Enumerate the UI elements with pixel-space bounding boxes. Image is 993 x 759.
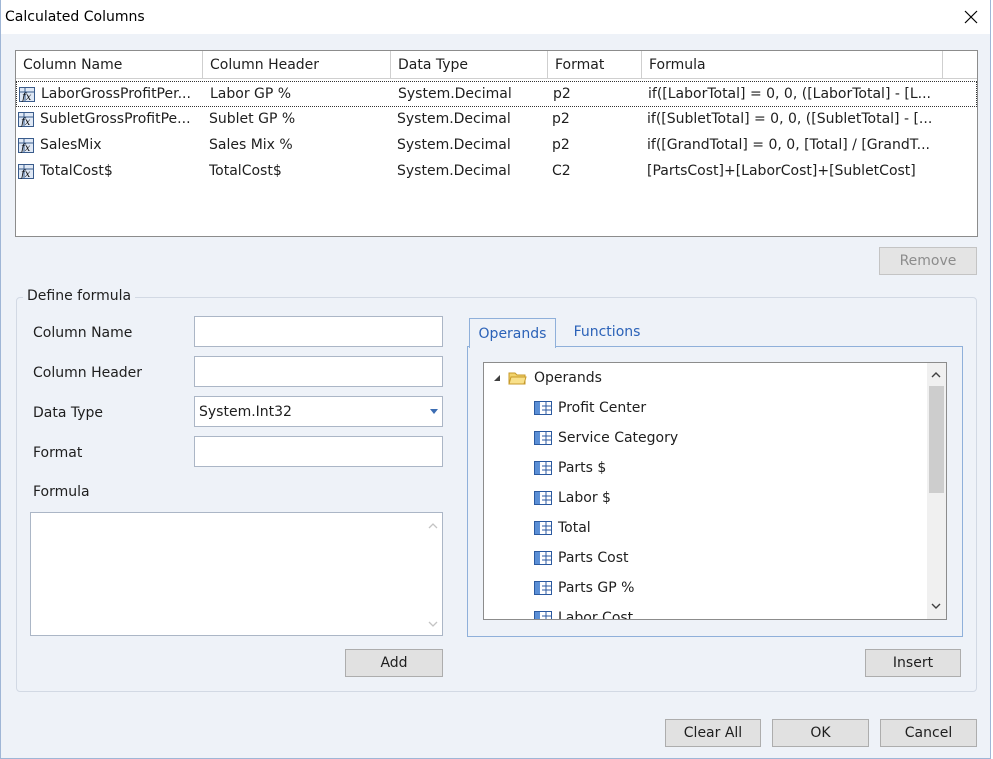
tree-item-label: Total (558, 520, 591, 536)
cell-formula: [PartsCost]+[LaborCost]+[SubletCost] (647, 163, 916, 179)
insert-button[interactable]: Insert (865, 649, 961, 677)
field-icon (534, 461, 552, 475)
field-icon (534, 491, 552, 505)
field-icon (534, 431, 552, 445)
field-icon (534, 581, 552, 595)
title-bar: Calculated Columns (1, 0, 990, 34)
tree-item-total[interactable]: Total (534, 515, 591, 541)
folder-icon (508, 372, 527, 385)
column-header-label: Column Header (33, 365, 143, 381)
field-icon (534, 551, 552, 565)
calculated-column-icon: fx (19, 87, 35, 102)
cell-column-header: TotalCost$ (209, 163, 282, 179)
tree-item-parts-cost[interactable]: Parts Cost (534, 545, 629, 571)
add-button[interactable]: Add (345, 649, 443, 677)
data-type-value: System.Int32 (199, 403, 292, 420)
calculated-column-icon: fx (18, 164, 34, 179)
column-name-input[interactable] (194, 316, 443, 347)
cell-formula: if([LaborTotal] = 0, 0, ([LaborTotal] - … (648, 86, 931, 102)
cell-data-type: System.Decimal (397, 163, 511, 179)
field-icon (534, 401, 552, 415)
format-label: Format (33, 445, 83, 461)
tab-functions[interactable]: Functions (563, 318, 651, 346)
cell-data-type: System.Decimal (398, 86, 512, 102)
field-icon (534, 521, 552, 535)
column-header-input[interactable] (194, 356, 443, 387)
remove-button[interactable]: Remove (879, 247, 977, 275)
calculated-column-icon: fx (18, 138, 34, 153)
tree-scrollbar-thumb[interactable] (929, 386, 944, 493)
data-type-select[interactable]: System.Int32 (194, 396, 443, 427)
columns-grid[interactable]: Column Name Column Header Data Type Form… (15, 50, 978, 237)
formula-label: Formula (33, 484, 90, 500)
scroll-up-icon[interactable] (428, 521, 438, 531)
tree-item-service-category[interactable]: Service Category (534, 425, 678, 451)
tree-item-label: Parts $ (558, 460, 607, 476)
table-row[interactable]: fx SubletGrossProfitPe... Sublet GP % Sy… (16, 107, 977, 133)
table-row[interactable]: fx TotalCost$ TotalCost$ System.Decimal … (16, 159, 977, 185)
cell-column-name: LaborGrossProfitPer... (41, 86, 191, 102)
chevron-down-icon[interactable] (430, 409, 438, 414)
header-format[interactable]: Format (548, 51, 642, 79)
scroll-down-icon[interactable] (931, 601, 941, 611)
cell-format: p2 (552, 137, 570, 153)
tree-item-label: Profit Center (558, 400, 647, 416)
calculated-columns-dialog: Calculated Columns Column Name Column He… (0, 0, 991, 759)
svg-text:fx: fx (20, 117, 31, 127)
cell-column-header: Sublet GP % (209, 111, 296, 127)
ok-button[interactable]: OK (772, 719, 869, 747)
window-title: Calculated Columns (5, 9, 145, 25)
column-name-label: Column Name (33, 325, 133, 341)
define-formula-legend: Define formula (23, 288, 136, 304)
field-icon (534, 611, 552, 619)
svg-text:fx: fx (21, 92, 32, 102)
tree-root-operands[interactable]: Operands (492, 365, 602, 391)
cell-format: p2 (552, 111, 570, 127)
tree-item-labor-cost[interactable]: Labor Cost (534, 605, 634, 620)
data-type-label: Data Type (33, 405, 104, 421)
tree-item-parts-gp[interactable]: Parts GP % (534, 575, 634, 601)
scroll-down-icon[interactable] (428, 619, 438, 629)
svg-text:fx: fx (20, 169, 31, 179)
header-filler (943, 51, 977, 79)
cancel-button[interactable]: Cancel (880, 719, 977, 747)
cell-column-name: SubletGrossProfitPe... (40, 111, 191, 127)
tree-item-label: Labor Cost (558, 610, 634, 620)
cell-column-name: SalesMix (40, 137, 102, 153)
cell-formula: if([GrandTotal] = 0, 0, [Total] / [Grand… (647, 137, 930, 153)
cell-data-type: System.Decimal (397, 137, 511, 153)
tree-item-label: Parts GP % (558, 580, 635, 596)
tree-item-label: Labor $ (558, 490, 611, 506)
cell-format: p2 (553, 86, 571, 102)
header-data-type[interactable]: Data Type (391, 51, 548, 79)
format-input[interactable] (194, 436, 443, 467)
tree-item-label: Parts Cost (558, 550, 629, 566)
table-row[interactable]: fx LaborGrossProfitPer... Labor GP % Sys… (16, 81, 977, 107)
formula-textarea[interactable] (30, 512, 443, 636)
tree-item-label: Service Category (558, 430, 679, 446)
cell-column-header: Sales Mix % (209, 137, 293, 153)
header-column-header[interactable]: Column Header (203, 51, 391, 79)
cell-data-type: System.Decimal (397, 111, 511, 127)
scroll-up-icon[interactable] (931, 370, 941, 380)
close-button[interactable] (950, 0, 990, 34)
tree-root-label: Operands (534, 370, 602, 386)
calculated-column-icon: fx (18, 112, 34, 127)
clear-all-button[interactable]: Clear All (665, 719, 761, 747)
svg-text:fx: fx (20, 143, 31, 153)
tree-item-labor[interactable]: Labor $ (534, 485, 611, 511)
tab-operands[interactable]: Operands (469, 318, 556, 348)
close-icon (964, 10, 978, 24)
table-row[interactable]: fx SalesMix Sales Mix % System.Decimal p… (16, 133, 977, 159)
cell-format: C2 (552, 163, 571, 179)
cell-column-name: TotalCost$ (40, 163, 113, 179)
operands-tree[interactable]: Operands Profit Center Service Category (483, 362, 947, 620)
cell-column-header: Labor GP % (210, 86, 292, 102)
header-column-name[interactable]: Column Name (16, 51, 203, 79)
tree-item-profit-center[interactable]: Profit Center (534, 395, 646, 421)
header-formula[interactable]: Formula (642, 51, 943, 79)
cell-formula: if([SubletTotal] = 0, 0, ([SubletTotal] … (647, 111, 933, 127)
collapse-arrow-icon[interactable] (492, 373, 502, 383)
tree-item-parts[interactable]: Parts $ (534, 455, 606, 481)
